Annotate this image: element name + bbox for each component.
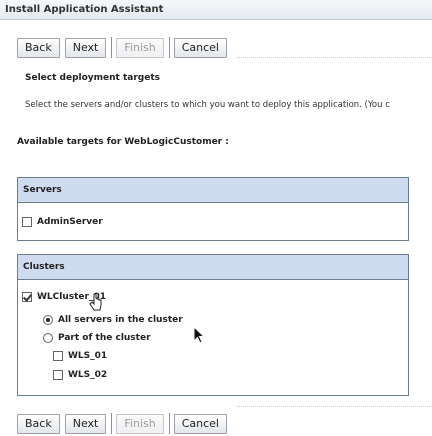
all-servers-radio[interactable] [43,315,53,325]
option-all-servers[interactable]: All servers in the cluster [43,315,183,325]
cancel-button[interactable]: Cancel [173,413,227,434]
window-title: Install Application Assistant [0,0,432,20]
wls-01-label: WLS_01 [68,351,108,361]
servers-panel: Servers [17,177,409,241]
adminserver-label: AdminServer [37,217,103,227]
back-button[interactable]: Back [17,37,60,58]
clusters-header: Clusters [18,255,408,280]
wls-02-label: WLS_02 [68,370,108,380]
hand-cursor-icon [89,293,102,311]
all-servers-label: All servers in the cluster [58,315,183,325]
next-button[interactable]: Next [64,37,107,58]
arrow-cursor-icon [193,326,206,344]
toolbar-separator [111,37,113,58]
wls-01-checkbox[interactable] [53,351,63,361]
bottom-toolbar: Back Next Finish Cancel [17,413,232,434]
servers-header: Servers [18,178,408,203]
finish-button[interactable]: Finish [116,413,164,434]
cancel-button[interactable]: Cancel [173,37,227,58]
next-button[interactable]: Next [64,413,107,434]
section-heading: Select deployment targets [25,73,161,83]
toolbar-separator [111,413,113,434]
available-targets-label: Available targets for WebLogicCustomer : [17,137,229,147]
toolbar-divider [237,406,432,407]
wlcluster-01-checkbox[interactable] [22,292,32,302]
option-part-of-cluster[interactable]: Part of the cluster [43,333,151,343]
part-of-cluster-label: Part of the cluster [58,333,151,343]
server-row-adminserver[interactable]: AdminServer [22,217,103,227]
install-application-assistant-page: Install Application Assistant Back Next … [0,0,432,436]
top-toolbar: Back Next Finish Cancel [17,37,232,58]
section-description: Select the servers and/or clusters to wh… [25,100,390,110]
finish-button[interactable]: Finish [116,37,164,58]
wls-02-checkbox[interactable] [53,370,63,380]
back-button[interactable]: Back [17,413,60,434]
toolbar-divider [237,57,432,58]
adminserver-checkbox[interactable] [22,217,32,227]
part-of-cluster-radio[interactable] [43,333,53,343]
member-row-wls-01[interactable]: WLS_01 [53,351,107,361]
toolbar-separator [168,37,170,58]
toolbar-separator [168,413,170,434]
member-row-wls-02[interactable]: WLS_02 [53,370,107,380]
